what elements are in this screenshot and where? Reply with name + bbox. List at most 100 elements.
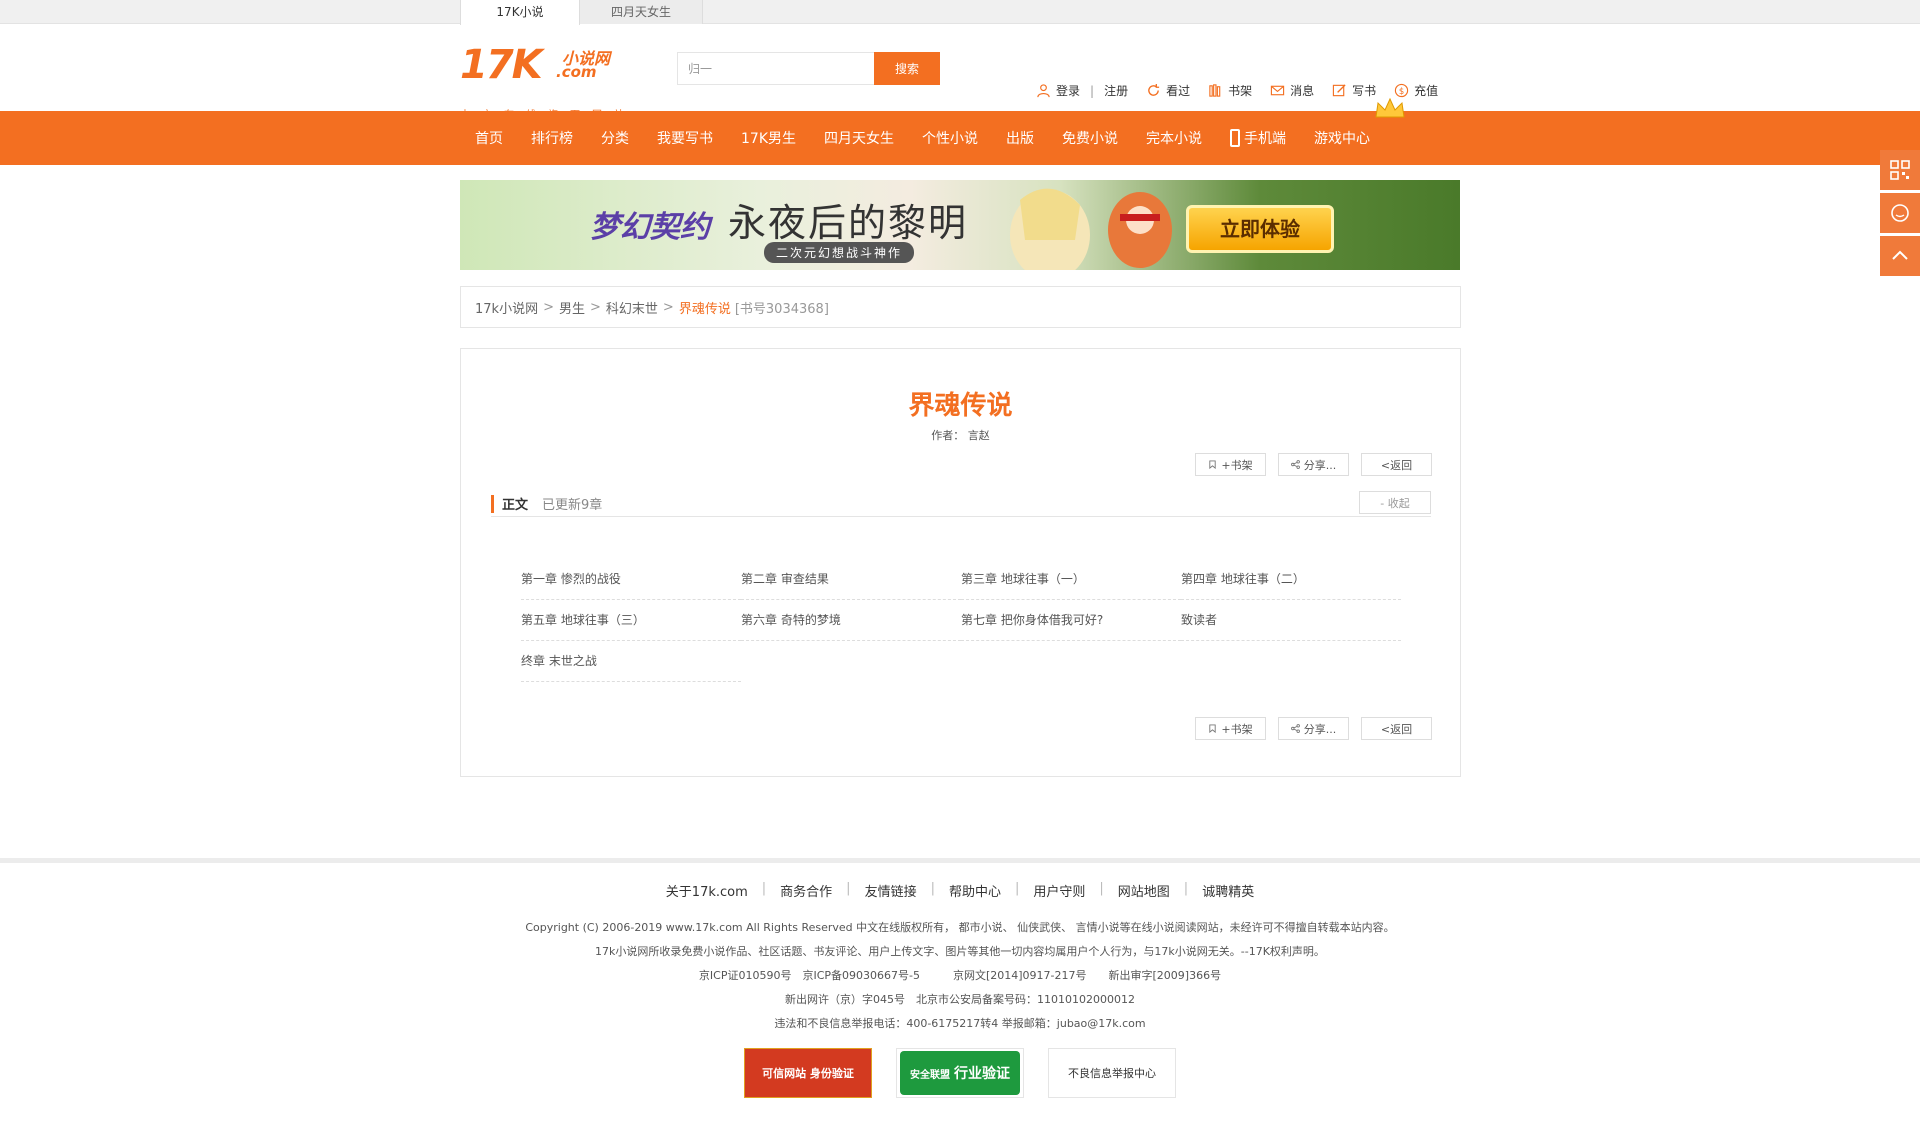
footer-divider: | bbox=[846, 881, 851, 896]
footer-link[interactable]: 帮助中心 bbox=[949, 881, 1001, 900]
nav-finished[interactable]: 完本小说 bbox=[1132, 128, 1216, 148]
footer-divider: | bbox=[930, 881, 935, 896]
write-link[interactable]: 写书 bbox=[1332, 82, 1376, 99]
tab-siyuetian[interactable]: 四月天女生 bbox=[580, 0, 703, 24]
add-shelf-button[interactable]: +书架 bbox=[1195, 453, 1266, 476]
nav-personal[interactable]: 个性小说 bbox=[908, 128, 992, 148]
top-tab-strip: 17K小说 四月天女生 bbox=[0, 0, 1920, 25]
footer-link[interactable]: 友情链接 bbox=[865, 881, 917, 900]
add-shelf-label: +书架 bbox=[1221, 458, 1253, 472]
action-buttons-bottom: +书架 分享... <返回 bbox=[1195, 717, 1432, 740]
trusted-site-badge[interactable]: 可信网站 身份验证 bbox=[744, 1048, 872, 1098]
login-link[interactable]: 登录 | 注册 bbox=[1036, 82, 1128, 99]
chapter-link[interactable]: 第三章 地球往事（一） bbox=[961, 559, 1181, 600]
svg-text:$: $ bbox=[1399, 86, 1404, 96]
breadcrumb-site[interactable]: 17k小说网 bbox=[475, 298, 538, 317]
envelope-icon bbox=[1270, 85, 1285, 96]
breadcrumb-current[interactable]: 界魂传说 bbox=[679, 298, 731, 317]
ad-banner[interactable]: 梦幻契约 永夜后的黎明 二次元幻想战斗神作 立即体验 bbox=[460, 180, 1460, 270]
back-button[interactable]: <返回 bbox=[1361, 453, 1432, 476]
banner-game-logo: 梦幻契约 bbox=[590, 210, 710, 245]
banner-cta-button[interactable]: 立即体验 bbox=[1186, 205, 1334, 253]
chapter-link[interactable]: 第二章 审查结果 bbox=[741, 559, 961, 600]
footer-report: 违法和不良信息举报电话：400-6175217转4 举报邮箱：jubao@17k… bbox=[774, 1017, 1146, 1030]
chapter-link[interactable]: 第五章 地球往事（三） bbox=[521, 600, 741, 641]
footer-link[interactable]: 用户守则 bbox=[1033, 881, 1085, 900]
footer-copyright: Copyright (C) 2006-2019 www.17k.com All … bbox=[525, 921, 1395, 934]
footer-divider: | bbox=[761, 881, 767, 896]
nav-mobile-label: 手机端 bbox=[1244, 131, 1286, 147]
chapter-link[interactable]: 终章 末世之战 bbox=[521, 641, 741, 682]
footer-license: 新出网许（京）字045号 北京市公安局备案号码：11010102000012 bbox=[785, 993, 1135, 1006]
search-input[interactable] bbox=[677, 52, 874, 85]
write-label: 写书 bbox=[1352, 84, 1377, 98]
chapter-link[interactable]: 第四章 地球往事（二） bbox=[1181, 559, 1401, 600]
banner-title: 永夜后的黎明 bbox=[728, 201, 969, 245]
chapter-link[interactable]: 第六章 奇特的梦境 bbox=[741, 600, 961, 641]
qrcode-button[interactable] bbox=[1880, 150, 1920, 190]
author-label: 作者： bbox=[931, 429, 965, 442]
nav-siyuetian[interactable]: 四月天女生 bbox=[810, 128, 908, 148]
banner-characters-image bbox=[1010, 188, 1172, 270]
share-button[interactable]: 分享... bbox=[1278, 717, 1349, 740]
nav-write[interactable]: 我要写书 bbox=[643, 128, 727, 148]
chapter-link[interactable]: 第一章 惨烈的战役 bbox=[521, 559, 741, 600]
coin-icon: $ bbox=[1394, 83, 1409, 98]
breadcrumb-cat1[interactable]: 男生 bbox=[559, 298, 585, 317]
nav-games[interactable]: 游戏中心 bbox=[1300, 128, 1384, 148]
nav-free[interactable]: 免费小说 bbox=[1048, 128, 1132, 148]
chapter-link[interactable]: 第七章 把你身体借我可好? bbox=[961, 600, 1181, 641]
footer-link[interactable]: 关于17k.com bbox=[666, 881, 748, 900]
banner-subtitle: 二次元幻想战斗神作 bbox=[764, 242, 915, 263]
breadcrumb-separator: > bbox=[662, 299, 674, 315]
footer-link[interactable]: 诚聘精英 bbox=[1202, 881, 1254, 900]
footer-divider: | bbox=[1183, 881, 1189, 896]
share-icon bbox=[1290, 460, 1300, 469]
nav-mobile[interactable]: 手机端 bbox=[1216, 128, 1300, 148]
site-logo[interactable]: 17K 小说网 .com 中文在线旗下网站 bbox=[460, 43, 624, 121]
footer-link[interactable]: 网站地图 bbox=[1118, 881, 1170, 900]
search-button[interactable]: 搜索 bbox=[874, 52, 940, 85]
back-to-top-icon bbox=[1892, 250, 1908, 260]
industry-verify-label: 安全联盟 行业验证 bbox=[900, 1051, 1020, 1095]
volume-chapter-count: 已更新9章 bbox=[542, 498, 603, 513]
breadcrumb: 17k小说网 > 男生 > 科幻末世 > 界魂传说 [书号3034368] bbox=[460, 286, 1461, 328]
action-buttons-top: +书架 分享... <返回 bbox=[1195, 453, 1432, 476]
history-link[interactable]: 看过 bbox=[1146, 82, 1190, 99]
footer-divider: | bbox=[1099, 881, 1104, 896]
footer-link[interactable]: 商务合作 bbox=[780, 881, 832, 900]
share-label: 分享... bbox=[1303, 458, 1337, 472]
collapse-button[interactable]: - 收起 bbox=[1359, 491, 1431, 514]
recharge-label: 充值 bbox=[1414, 84, 1439, 98]
nav-category[interactable]: 分类 bbox=[587, 128, 643, 148]
add-shelf-label: +书架 bbox=[1221, 722, 1253, 736]
add-shelf-button[interactable]: +书架 bbox=[1195, 717, 1266, 740]
back-button[interactable]: <返回 bbox=[1361, 717, 1432, 740]
messages-link[interactable]: 消息 bbox=[1270, 82, 1314, 99]
chapter-list: 第一章 惨烈的战役 第二章 审查结果 第三章 地球往事（一） 第四章 地球往事（… bbox=[521, 559, 1401, 682]
footer: 关于17k.com | 商务合作 | 友情链接 | 帮助中心 | 用户守则 | 网站地图 |… bbox=[0, 858, 1920, 1123]
tab-17k[interactable]: 17K小说 bbox=[460, 0, 580, 25]
volume-header: 正文 已更新9章 - 收起 bbox=[491, 491, 1431, 517]
customer-service-button[interactable] bbox=[1880, 193, 1920, 233]
nav-ranking[interactable]: 排行榜 bbox=[517, 128, 587, 148]
nav-publish[interactable]: 出版 bbox=[992, 128, 1048, 148]
nav-17k-male[interactable]: 17K男生 bbox=[727, 128, 810, 148]
back-to-top-button[interactable] bbox=[1880, 236, 1920, 276]
login-separator: | bbox=[1090, 83, 1095, 98]
phone-icon bbox=[1230, 129, 1240, 147]
author-name[interactable]: 言赵 bbox=[968, 429, 990, 442]
shelf-link[interactable]: 书架 bbox=[1208, 82, 1252, 99]
header: 17K 小说网 .com 中文在线旗下网站 搜索 登录 | 注册 看过 书架 消… bbox=[0, 24, 1920, 121]
chapter-link[interactable]: 致读者 bbox=[1181, 600, 1401, 641]
footer-icp: 京ICP证010590号 京ICP备09030667号-5 京网文[2014]0… bbox=[698, 969, 1222, 982]
breadcrumb-book-id: [书号3034368] bbox=[734, 301, 829, 317]
industry-verify-top: 安全联盟 bbox=[910, 1069, 950, 1081]
book-title[interactable]: 界魂传说 bbox=[461, 385, 1460, 422]
nav-home[interactable]: 首页 bbox=[461, 128, 517, 148]
report-center-badge[interactable]: 不良信息举报中心 bbox=[1048, 1048, 1176, 1098]
register-link[interactable]: 注册 bbox=[1104, 82, 1128, 99]
share-button[interactable]: 分享... bbox=[1278, 453, 1349, 476]
breadcrumb-cat2[interactable]: 科幻末世 bbox=[606, 298, 658, 317]
industry-verify-badge[interactable]: 安全联盟 行业验证 bbox=[896, 1048, 1024, 1098]
